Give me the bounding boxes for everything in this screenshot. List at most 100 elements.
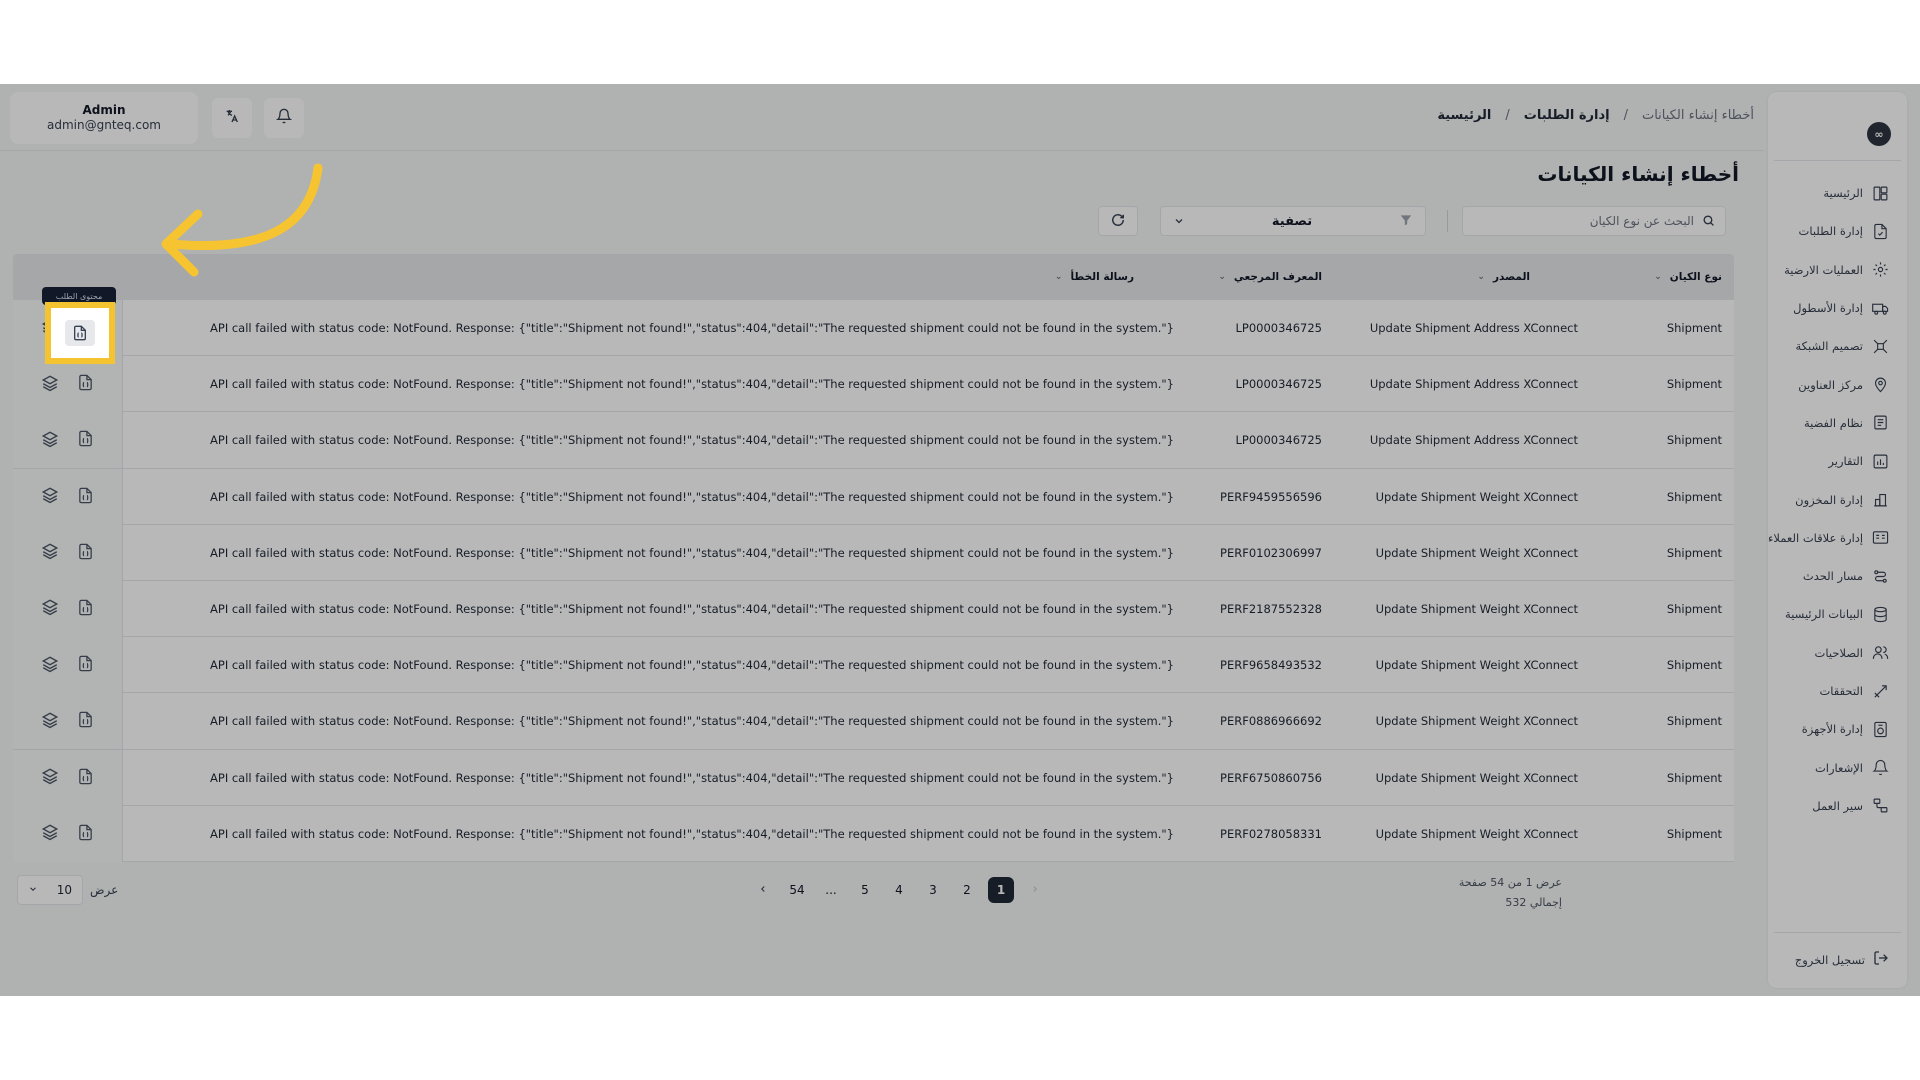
column-header-entity-type[interactable]: نوع الكيان ⌄ xyxy=(1654,254,1722,300)
view-entity-button[interactable] xyxy=(39,823,61,845)
sidebar-item-users[interactable]: الصلاحيات xyxy=(1768,634,1907,672)
view-request-button[interactable] xyxy=(75,654,97,676)
silver-system-icon xyxy=(1871,414,1889,432)
sidebar-item-database[interactable]: البيانات الرئيسية xyxy=(1768,595,1907,633)
cell-entity-type: Shipment xyxy=(1666,658,1722,673)
column-header-error-message[interactable]: رسالة الخطأ ⌄ xyxy=(1055,254,1134,300)
layers-icon xyxy=(41,542,59,563)
filter-dropdown[interactable]: تصفية xyxy=(1160,206,1426,236)
view-entity-button[interactable] xyxy=(39,767,61,789)
cell-reference-id: PERF0278058331 xyxy=(1220,826,1322,841)
cell-source: Update Shipment Weight XConnect xyxy=(1375,489,1578,504)
view-request-button[interactable] xyxy=(75,542,97,564)
sidebar-item-network[interactable]: تصميم الشبكة xyxy=(1768,327,1907,365)
cell-entity-type: Shipment xyxy=(1666,489,1722,504)
page-button[interactable]: 54 xyxy=(784,877,810,903)
rows-per-page-value: 10 xyxy=(56,883,72,897)
sidebar-item-label: إدارة الطلبات xyxy=(1798,224,1864,239)
truck-icon xyxy=(1871,299,1889,317)
json-file-icon xyxy=(65,320,95,346)
cell-entity-type: Shipment xyxy=(1666,601,1722,616)
view-entity-button[interactable] xyxy=(39,542,61,564)
cell-reference-id: PERF9658493532 xyxy=(1220,658,1322,673)
highlighted-view-request-button[interactable] xyxy=(45,302,115,364)
column-header-source[interactable]: المصدر ⌄ xyxy=(1477,254,1530,300)
view-request-button[interactable] xyxy=(75,429,97,451)
sidebar-item-bell[interactable]: الإشعارات xyxy=(1768,748,1907,786)
table-row: Shipment Update Shipment Weight XConnect P… xyxy=(13,749,1734,806)
logout-button[interactable]: تسجيل الخروج xyxy=(1795,950,1889,970)
page-button[interactable]: 2 xyxy=(954,877,980,903)
view-entity-button[interactable] xyxy=(39,710,61,732)
sidebar-item-ground-ops[interactable]: العمليات الارضية xyxy=(1768,251,1907,289)
sidebar-item-silver-system[interactable]: نظام الفضية xyxy=(1768,404,1907,442)
sidebar-item-label: تصميم الشبكة xyxy=(1795,339,1863,354)
ground-ops-icon xyxy=(1871,261,1889,279)
cell-entity-type: Shipment xyxy=(1666,433,1722,448)
sidebar-divider xyxy=(1774,932,1901,933)
cell-error-message: API call failed with status code: NotFou… xyxy=(210,321,1174,335)
view-request-button[interactable] xyxy=(75,823,97,845)
total-count: إجمالي 532 xyxy=(1505,896,1562,909)
table-row: Shipment Update Shipment Weight XConnect P… xyxy=(13,637,1734,694)
view-entity-button[interactable] xyxy=(39,373,61,395)
sidebar-item-event-path[interactable]: مسار الحدث xyxy=(1768,557,1907,595)
cell-error-message: API call failed with status code: NotFou… xyxy=(210,545,1174,560)
view-request-button[interactable] xyxy=(75,767,97,789)
rows-per-page-select[interactable]: 10 xyxy=(17,875,83,905)
table-row: Shipment Update Shipment Weight XConnect P… xyxy=(13,524,1734,581)
breadcrumb: الرئيسية / إدارة الطلبات / أخطاء إنشاء ا… xyxy=(1437,108,1754,123)
column-header-reference-id[interactable]: المعرف المرجعي ⌄ xyxy=(1218,254,1322,300)
breadcrumb-section[interactable]: إدارة الطلبات xyxy=(1524,108,1610,123)
sidebar-item-orders[interactable]: إدارة الطلبات xyxy=(1768,212,1907,250)
breadcrumb-home[interactable]: الرئيسية xyxy=(1437,108,1491,123)
database-icon xyxy=(1871,605,1889,623)
page-button[interactable]: 3 xyxy=(920,877,946,903)
sidebar-item-validation[interactable]: التحققات xyxy=(1768,672,1907,710)
previous-page-button[interactable] xyxy=(1022,877,1048,903)
sidebar-item-workflow[interactable]: سير العمل xyxy=(1768,787,1907,825)
page-button[interactable]: 5 xyxy=(852,877,878,903)
next-page-button[interactable] xyxy=(750,877,776,903)
language-button[interactable] xyxy=(212,98,252,138)
reports-icon xyxy=(1871,452,1889,470)
app-logo[interactable]: ∞ xyxy=(1867,122,1891,146)
crm-icon xyxy=(1871,529,1889,547)
column-label: المعرف المرجعي xyxy=(1233,271,1322,283)
view-entity-button[interactable] xyxy=(39,486,61,508)
view-request-button[interactable] xyxy=(75,486,97,508)
cell-error-message: API call failed with status code: NotFou… xyxy=(210,433,1174,448)
search-input[interactable] xyxy=(1474,214,1694,228)
refresh-button[interactable] xyxy=(1098,206,1138,236)
sidebar-item-label: العمليات الارضية xyxy=(1784,262,1863,277)
notifications-button[interactable] xyxy=(264,98,304,138)
cell-source: Update Shipment Address XConnect xyxy=(1369,377,1578,392)
sidebar-item-dashboard[interactable]: الرئيسية xyxy=(1768,174,1907,212)
sidebar-item-label: إدارة الأجهزة xyxy=(1801,722,1863,737)
sidebar-item-truck[interactable]: إدارة الأسطول xyxy=(1768,289,1907,327)
column-label: نوع الكيان xyxy=(1669,271,1722,283)
location-icon xyxy=(1871,376,1889,394)
view-entity-button[interactable] xyxy=(39,429,61,451)
sidebar-item-label: التحققات xyxy=(1819,684,1863,698)
user-menu[interactable]: Admin admin@gnteq.com xyxy=(10,92,198,144)
sidebar-item-reports[interactable]: التقارير xyxy=(1768,442,1907,480)
view-entity-button[interactable] xyxy=(39,654,61,676)
chevron-down-icon: ⌄ xyxy=(1477,272,1485,282)
view-entity-button[interactable] xyxy=(39,598,61,620)
page-button[interactable]: 4 xyxy=(886,877,912,903)
cell-entity-type: Shipment xyxy=(1666,770,1722,785)
view-request-button[interactable] xyxy=(75,373,97,395)
json-file-icon xyxy=(77,824,94,844)
cell-source: Update Shipment Weight XConnect xyxy=(1375,826,1578,841)
page-button[interactable]: 1 xyxy=(988,877,1014,903)
sidebar-item-location[interactable]: مركز العناوين xyxy=(1768,365,1907,403)
user-name: Admin xyxy=(82,103,126,117)
chevron-down-icon: ⌄ xyxy=(1054,272,1063,282)
sidebar-item-inventory[interactable]: إدارة المخزون xyxy=(1768,480,1907,518)
sidebar-item-devices[interactable]: إدارة الأجهزة xyxy=(1768,710,1907,748)
view-request-button[interactable] xyxy=(75,710,97,732)
view-request-button[interactable] xyxy=(75,598,97,620)
row-actions xyxy=(13,637,123,694)
sidebar-item-crm[interactable]: إدارة علاقات العملاء xyxy=(1768,519,1907,557)
